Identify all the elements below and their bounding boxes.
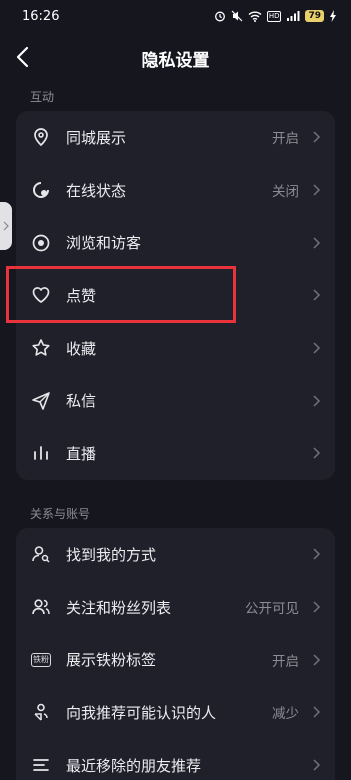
chevron-right-icon: [313, 184, 321, 196]
row-label: 关注和粉丝列表: [66, 598, 172, 617]
row-label: 最近移除的朋友推荐: [66, 756, 202, 775]
row-browse-visitors[interactable]: 浏览和访客: [16, 216, 335, 269]
row-follow-fans-list[interactable]: 关注和粉丝列表 公开可见: [16, 581, 335, 634]
chevron-right-icon: [3, 221, 9, 231]
row-label: 向我推荐可能认识的人: [66, 703, 217, 722]
row-label: 展示铁粉标签: [66, 651, 157, 670]
fan-badge-icon: 铁粉: [30, 649, 52, 671]
recommend-people-icon: [30, 701, 52, 723]
mute-icon: [231, 10, 243, 22]
chevron-right-icon: [313, 447, 321, 459]
section-title-relations: 关系与账号: [30, 507, 91, 521]
star-icon: [30, 337, 52, 359]
row-recommend-people[interactable]: 向我推荐可能认识的人 减少: [16, 686, 335, 739]
charging-icon: [330, 10, 336, 22]
status-bar: 16:26 HD 79: [0, 0, 351, 32]
list-icon: [30, 754, 52, 776]
row-messages[interactable]: 私信: [16, 374, 335, 427]
chevron-right-icon: [313, 131, 321, 143]
chevron-right-icon: [313, 601, 321, 613]
users-icon: [30, 596, 52, 618]
heart-icon: [30, 284, 52, 306]
row-fan-badge[interactable]: 铁粉 展示铁粉标签 开启: [16, 633, 335, 686]
row-value: 关闭: [272, 184, 299, 201]
chevron-right-icon: [313, 237, 321, 249]
hd-icon: HD: [266, 10, 282, 22]
row-value: 减少: [272, 706, 299, 723]
chevron-right-icon: [313, 759, 321, 771]
side-drawer-handle[interactable]: [0, 202, 12, 250]
chevron-right-icon: [313, 548, 321, 560]
row-label: 直播: [66, 444, 97, 463]
row-favorites[interactable]: 收藏: [16, 322, 335, 375]
nav-bar: 隐私设置: [0, 34, 351, 80]
page-title: 隐私设置: [141, 51, 210, 71]
chevron-right-icon: [313, 342, 321, 354]
chevron-right-icon: [313, 289, 321, 301]
fan-badge-text: 铁粉: [31, 652, 51, 667]
row-label: 同城展示: [66, 128, 127, 147]
row-city-display[interactable]: 同城展示 开启: [16, 111, 335, 164]
row-label: 收藏: [66, 339, 97, 358]
chevron-right-icon: [313, 395, 321, 407]
live-bars-icon: [30, 442, 52, 464]
row-label: 点赞: [66, 286, 97, 305]
row-online-status[interactable]: 在线状态 关闭: [16, 164, 335, 217]
signal-icon: [287, 11, 300, 21]
chevron-right-icon: [313, 654, 321, 666]
interaction-card: 同城展示 开启 在线状态 关闭 浏览和访客 点赞 收藏 私信 直播: [16, 111, 335, 480]
relations-card: 找到我的方式 关注和粉丝列表 公开可见 铁粉 展示铁粉标签 开启 向我推荐可能认…: [16, 528, 335, 780]
location-pin-icon: [30, 126, 52, 148]
row-label: 找到我的方式: [66, 545, 157, 564]
row-label: 私信: [66, 392, 97, 411]
send-icon: [30, 390, 52, 412]
row-likes[interactable]: 点赞: [16, 269, 335, 322]
row-value: 公开可见: [245, 601, 299, 618]
row-removed-friends[interactable]: 最近移除的朋友推荐: [16, 739, 335, 780]
row-value: 开启: [272, 131, 299, 148]
status-icons: HD 79: [214, 10, 337, 22]
row-value: 开启: [272, 653, 299, 670]
alarm-icon: [214, 11, 225, 22]
section-title-interaction: 互动: [30, 90, 55, 104]
online-status-icon: [30, 179, 52, 201]
row-label: 浏览和访客: [66, 234, 142, 253]
chevron-right-icon: [313, 706, 321, 718]
row-label: 在线状态: [66, 181, 127, 200]
eye-icon: [30, 232, 52, 254]
user-search-icon: [30, 543, 52, 565]
status-time: 16:26: [22, 8, 60, 24]
wifi-icon: [248, 11, 262, 22]
battery-icon: 79: [305, 10, 324, 22]
row-find-me[interactable]: 找到我的方式: [16, 528, 335, 581]
row-live[interactable]: 直播: [16, 427, 335, 480]
